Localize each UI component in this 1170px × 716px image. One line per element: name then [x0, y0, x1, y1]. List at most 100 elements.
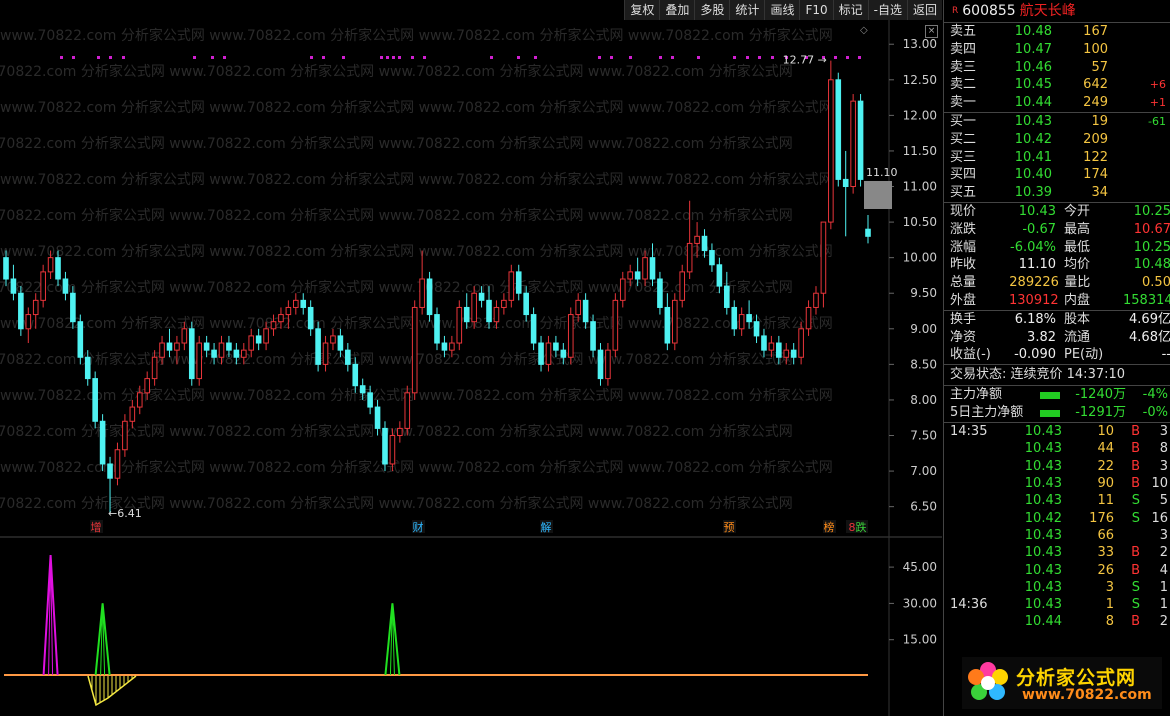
y-tick-label: 12.50 [903, 73, 937, 87]
tick-row: 14:36 10.43 1 S 1 [944, 596, 1170, 613]
candlestick-chart[interactable]: www.70822.com 分析家公式网 www.70822.com 分析家公式… [0, 0, 942, 716]
y-tick-label: 13.00 [903, 37, 937, 51]
tick-side: B [1131, 614, 1140, 630]
candle-body [530, 314, 537, 344]
candle-body [419, 278, 425, 308]
tick-price: 10.43 [1024, 493, 1062, 509]
candle-body [798, 328, 804, 358]
toolbar-button-4[interactable]: 画线 [764, 0, 799, 20]
close-icon[interactable]: × [925, 25, 938, 38]
watermark-text: www.70822.com 分析家公式网 www.70822.com 分析家公式… [0, 27, 833, 44]
stat-label: 最高 [1064, 221, 1091, 237]
candle-body [40, 271, 46, 301]
tick-time: 14:35 [950, 424, 988, 440]
candle-body [203, 342, 210, 351]
candle-body [508, 271, 515, 301]
tick-time [944, 527, 1024, 544]
candle-body [352, 363, 359, 387]
y-tick-label: 10.50 [903, 215, 937, 229]
candle-body [493, 306, 500, 323]
tick-side: B [1131, 562, 1140, 578]
tick-price: 10.43 [1024, 579, 1062, 595]
main-flow: 主力净额 -1240万 -4% 5日主力净额 -1291万 -0% [944, 386, 1170, 424]
tick-volume: 11 [1097, 493, 1114, 509]
stat-row: 涨幅 -6.04% 最低 10.25 [944, 239, 1170, 257]
candle-body [77, 321, 84, 358]
toolbar-button-6[interactable]: 标记 [832, 0, 868, 20]
tick-volume: 10 [1097, 424, 1114, 440]
candle-body [322, 342, 329, 365]
ask-book: 卖五 10.48 167 卖四 10.47 100 卖三 10.46 57 卖二 10.45 642 +… [944, 23, 1170, 113]
watermark-text: www.70822.com 分析家公式网 www.70822.com 分析家公式… [0, 423, 793, 440]
toolbar-button-7[interactable]: -自选 [867, 0, 907, 20]
high-price-label: 12.77 → [783, 54, 827, 67]
candle-body [374, 406, 381, 429]
candle-body [694, 235, 700, 244]
y-tick-label: 9.50 [910, 286, 937, 300]
toolbar-button-3[interactable]: 统计 [729, 0, 764, 20]
signal-dot [834, 56, 837, 59]
signal-dot [423, 56, 426, 59]
ask-row: 卖五 10.48 167 [944, 23, 1170, 41]
signal-dot [517, 56, 520, 59]
candle-body [107, 463, 113, 479]
candle-body [70, 292, 76, 323]
ask-volume: 167 [1083, 24, 1108, 39]
candle-body [159, 342, 165, 358]
stat-value: -0.090 [1014, 347, 1056, 363]
toolbar-button-5[interactable]: F10 [799, 0, 832, 20]
toolbar-button-2[interactable]: 多股 [694, 0, 729, 20]
candle-body [865, 228, 871, 237]
watermark-text: www.70822.com 分析家公式网 www.70822.com 分析家公式… [0, 243, 833, 260]
signal-dot [733, 56, 736, 59]
candle-body [590, 321, 596, 351]
tick-row: 10.43 90 B 10 [944, 475, 1170, 492]
candle-body [62, 278, 69, 294]
watermark-text: www.70822.com 分析家公式网 www.70822.com 分析家公式… [0, 459, 833, 476]
stat-value: 11.10 [1018, 257, 1056, 273]
toolbar-button-0[interactable]: 复权 [624, 0, 659, 20]
kline-chart-area[interactable]: www.70822.com 分析家公式网 www.70822.com 分析家公式… [0, 0, 942, 716]
candle-body [850, 100, 856, 188]
candle-body [842, 178, 849, 188]
event-marker: 增 [91, 520, 102, 534]
diamond-icon[interactable]: ◇ [860, 25, 868, 36]
stat-value: 4.68亿 [1129, 329, 1170, 345]
signal-dot [610, 56, 613, 59]
low-price-label: ←6.41 [108, 507, 142, 520]
stat-label: PE(动) [1064, 347, 1104, 363]
ask-change [1108, 41, 1166, 59]
signal-dot [322, 56, 325, 59]
main-flow-row: 5日主力净额 -1291万 -0% [944, 404, 1170, 422]
candle-body [32, 299, 39, 316]
candle-body [597, 349, 604, 380]
stat-row: 外盘 130912 内盘 158314 [944, 292, 1170, 310]
tick-list[interactable]: 14:35 10.43 10 B 3 10.43 44 B 8 10.43 22 B 3 10.43 90 B… [944, 423, 1170, 631]
candle-body [426, 278, 433, 316]
candle-body [285, 306, 292, 316]
stat-label: 涨幅 [950, 239, 977, 255]
candle-body [196, 342, 203, 380]
y-tick-label: 12.00 [903, 108, 937, 122]
candle-body [359, 385, 366, 394]
stat-value: 4.69亿 [1129, 311, 1170, 327]
stat-label: 收益(-) [950, 347, 991, 363]
candle-body [567, 314, 574, 358]
candle-body [553, 342, 559, 351]
candle-body [731, 306, 738, 330]
toolbar-button-1[interactable]: 叠加 [659, 0, 694, 20]
candle-body [709, 250, 715, 266]
candle-body [211, 349, 217, 358]
signal-dot [629, 56, 632, 59]
tick-side [1114, 527, 1140, 544]
candle-body [129, 406, 136, 422]
watermark-text: www.70822.com 分析家公式网 www.70822.com 分析家公式… [0, 135, 793, 152]
candle-body [790, 349, 797, 358]
candle-body [463, 306, 470, 323]
watermark-text: www.70822.com 分析家公式网 www.70822.com 分析家公式… [0, 351, 793, 368]
bid-change [1108, 166, 1166, 184]
tick-price: 10.43 [1024, 597, 1062, 613]
stat-row: 现价 10.43 今开 10.25 [944, 203, 1170, 221]
toolbar-button-8[interactable]: 返回 [906, 0, 942, 20]
tick-count: 3 [1159, 527, 1168, 543]
